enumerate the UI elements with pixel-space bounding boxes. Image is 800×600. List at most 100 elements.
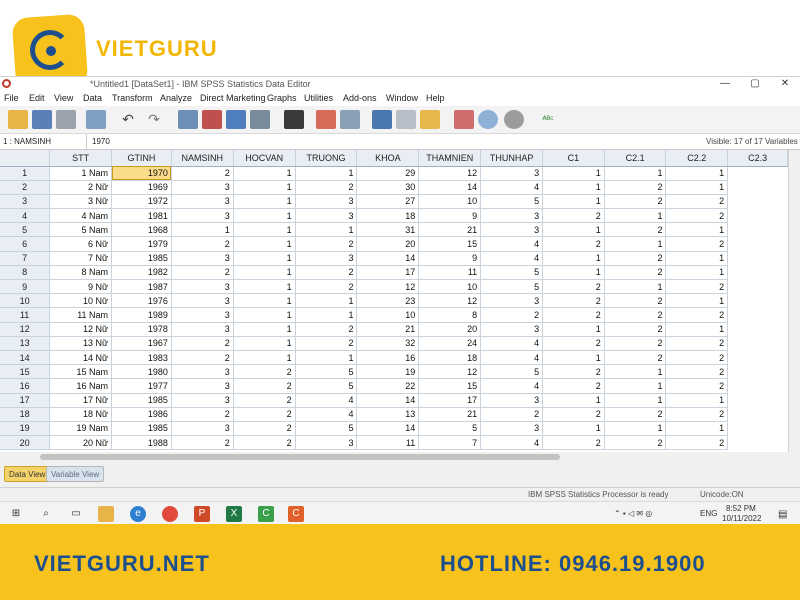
data-cell[interactable]: 29: [356, 166, 420, 181]
data-cell[interactable]: 17: [418, 393, 482, 408]
menu-view[interactable]: View: [54, 93, 73, 103]
data-cell[interactable]: 15 Nam: [49, 364, 113, 380]
tab-data-view[interactable]: Data View: [4, 466, 51, 482]
data-cell[interactable]: 1: [665, 180, 729, 195]
data-cell[interactable]: 1 Nam: [49, 166, 113, 181]
data-cell[interactable]: 10 Nữ: [49, 293, 113, 309]
data-cell[interactable]: 1981: [111, 208, 172, 224]
data-cell[interactable]: 15: [418, 236, 482, 252]
data-cell[interactable]: 2: [665, 364, 729, 380]
tray-time[interactable]: 8:52 PM: [726, 504, 756, 513]
data-cell[interactable]: 2: [171, 236, 234, 252]
data-cell[interactable]: 2: [233, 364, 296, 380]
data-cell[interactable]: 3: [480, 208, 544, 224]
windows-start-icon[interactable]: ⊞: [8, 506, 24, 522]
camtasia-icon[interactable]: C: [258, 506, 274, 522]
column-header[interactable]: C1: [542, 150, 605, 167]
data-cell[interactable]: 3: [295, 208, 358, 224]
open-folder-icon[interactable]: [8, 110, 28, 129]
column-header[interactable]: C2.1: [604, 150, 667, 167]
data-cell[interactable]: 1: [665, 166, 729, 181]
data-cell[interactable]: 1: [233, 166, 296, 181]
row-number[interactable]: 3: [0, 194, 51, 210]
data-cell[interactable]: 2: [665, 350, 729, 366]
data-cell[interactable]: 12: [418, 364, 482, 380]
data-cell[interactable]: 23: [356, 293, 420, 309]
data-cell[interactable]: 9: [418, 208, 482, 224]
data-cell[interactable]: 3: [171, 208, 234, 224]
data-cell[interactable]: 2: [604, 322, 667, 337]
close-button[interactable]: ✕: [770, 77, 800, 91]
menu-file[interactable]: File: [4, 93, 19, 103]
data-cell[interactable]: 2: [233, 393, 296, 408]
data-cell[interactable]: 4: [480, 180, 544, 195]
menu-data[interactable]: Data: [83, 93, 102, 103]
data-cell[interactable]: 5: [480, 364, 544, 380]
row-number[interactable]: 7: [0, 251, 51, 266]
data-cell[interactable]: 2 Nữ: [49, 180, 113, 195]
data-cell[interactable]: 5: [295, 421, 358, 437]
data-cell[interactable]: 2: [295, 180, 358, 195]
data-cell[interactable]: 2: [542, 378, 605, 394]
data-cell[interactable]: 24: [418, 336, 482, 351]
data-cell[interactable]: 2: [295, 236, 358, 252]
data-cell[interactable]: 1980: [111, 364, 172, 380]
corner-cell[interactable]: [0, 150, 51, 167]
data-cell[interactable]: 1: [233, 194, 296, 210]
data-cell[interactable]: 17 Nữ: [49, 393, 113, 408]
data-cell[interactable]: 1972: [111, 194, 172, 210]
column-header[interactable]: STT: [49, 150, 113, 167]
data-cell[interactable]: 1988: [111, 435, 172, 451]
menu-utilities[interactable]: Utilities: [304, 93, 333, 103]
menu-add-ons[interactable]: Add-ons: [343, 93, 377, 103]
data-cell[interactable]: 19: [356, 364, 420, 380]
data-cell[interactable]: 1: [233, 279, 296, 295]
data-cell[interactable]: 1: [295, 350, 358, 366]
powerpoint-icon[interactable]: P: [194, 506, 210, 522]
data-cell[interactable]: 21: [356, 322, 420, 337]
data-cell[interactable]: 1986: [111, 407, 172, 422]
task-view-icon[interactable]: ▭: [68, 506, 84, 522]
column-header[interactable]: GTINH: [111, 150, 172, 167]
data-cell[interactable]: 3: [295, 251, 358, 266]
use-sets-icon[interactable]: [478, 110, 498, 129]
data-cell[interactable]: 12: [356, 279, 420, 295]
data-cell[interactable]: 2: [233, 407, 296, 422]
data-cell[interactable]: 14: [356, 251, 420, 266]
data-cell[interactable]: 2: [295, 265, 358, 281]
show-all-icon[interactable]: [504, 110, 524, 129]
undo-icon[interactable]: ↶: [118, 110, 138, 129]
data-cell[interactable]: 1: [665, 421, 729, 437]
data-cell[interactable]: 7 Nữ: [49, 251, 113, 266]
data-cell[interactable]: 2: [295, 279, 358, 295]
data-cell[interactable]: 7: [418, 435, 482, 451]
data-cell[interactable]: 1: [233, 307, 296, 323]
data-cell[interactable]: 2: [604, 265, 667, 281]
data-cell[interactable]: 2: [665, 336, 729, 351]
data-cell[interactable]: 1: [233, 322, 296, 337]
horizontal-scrollbar[interactable]: [0, 452, 788, 462]
data-cell[interactable]: 2: [604, 407, 667, 422]
data-cell[interactable]: 1: [665, 222, 729, 238]
goto-case-icon[interactable]: [178, 110, 198, 129]
data-cell[interactable]: 32: [356, 336, 420, 351]
data-cell[interactable]: 2: [665, 378, 729, 394]
column-header[interactable]: NAMSINH: [171, 150, 234, 167]
column-header[interactable]: HOCVAN: [233, 150, 296, 167]
redo-icon[interactable]: ↷: [144, 110, 164, 129]
data-cell[interactable]: 2: [171, 435, 234, 451]
find-icon[interactable]: [284, 110, 304, 129]
data-cell[interactable]: 2: [665, 208, 729, 224]
row-number[interactable]: 1: [0, 166, 51, 181]
split-file-icon[interactable]: [372, 110, 392, 129]
data-cell[interactable]: 1: [665, 251, 729, 266]
data-cell[interactable]: 20: [356, 236, 420, 252]
data-cell[interactable]: 2: [295, 322, 358, 337]
search-icon[interactable]: ⌕: [38, 506, 54, 522]
column-header[interactable]: THUNHAP: [480, 150, 544, 167]
horizontal-scroll-thumb[interactable]: [40, 454, 560, 460]
data-cell[interactable]: 1982: [111, 265, 172, 281]
data-cell[interactable]: 4: [480, 350, 544, 366]
data-cell[interactable]: 12: [418, 166, 482, 181]
data-cell[interactable]: 2: [604, 222, 667, 238]
